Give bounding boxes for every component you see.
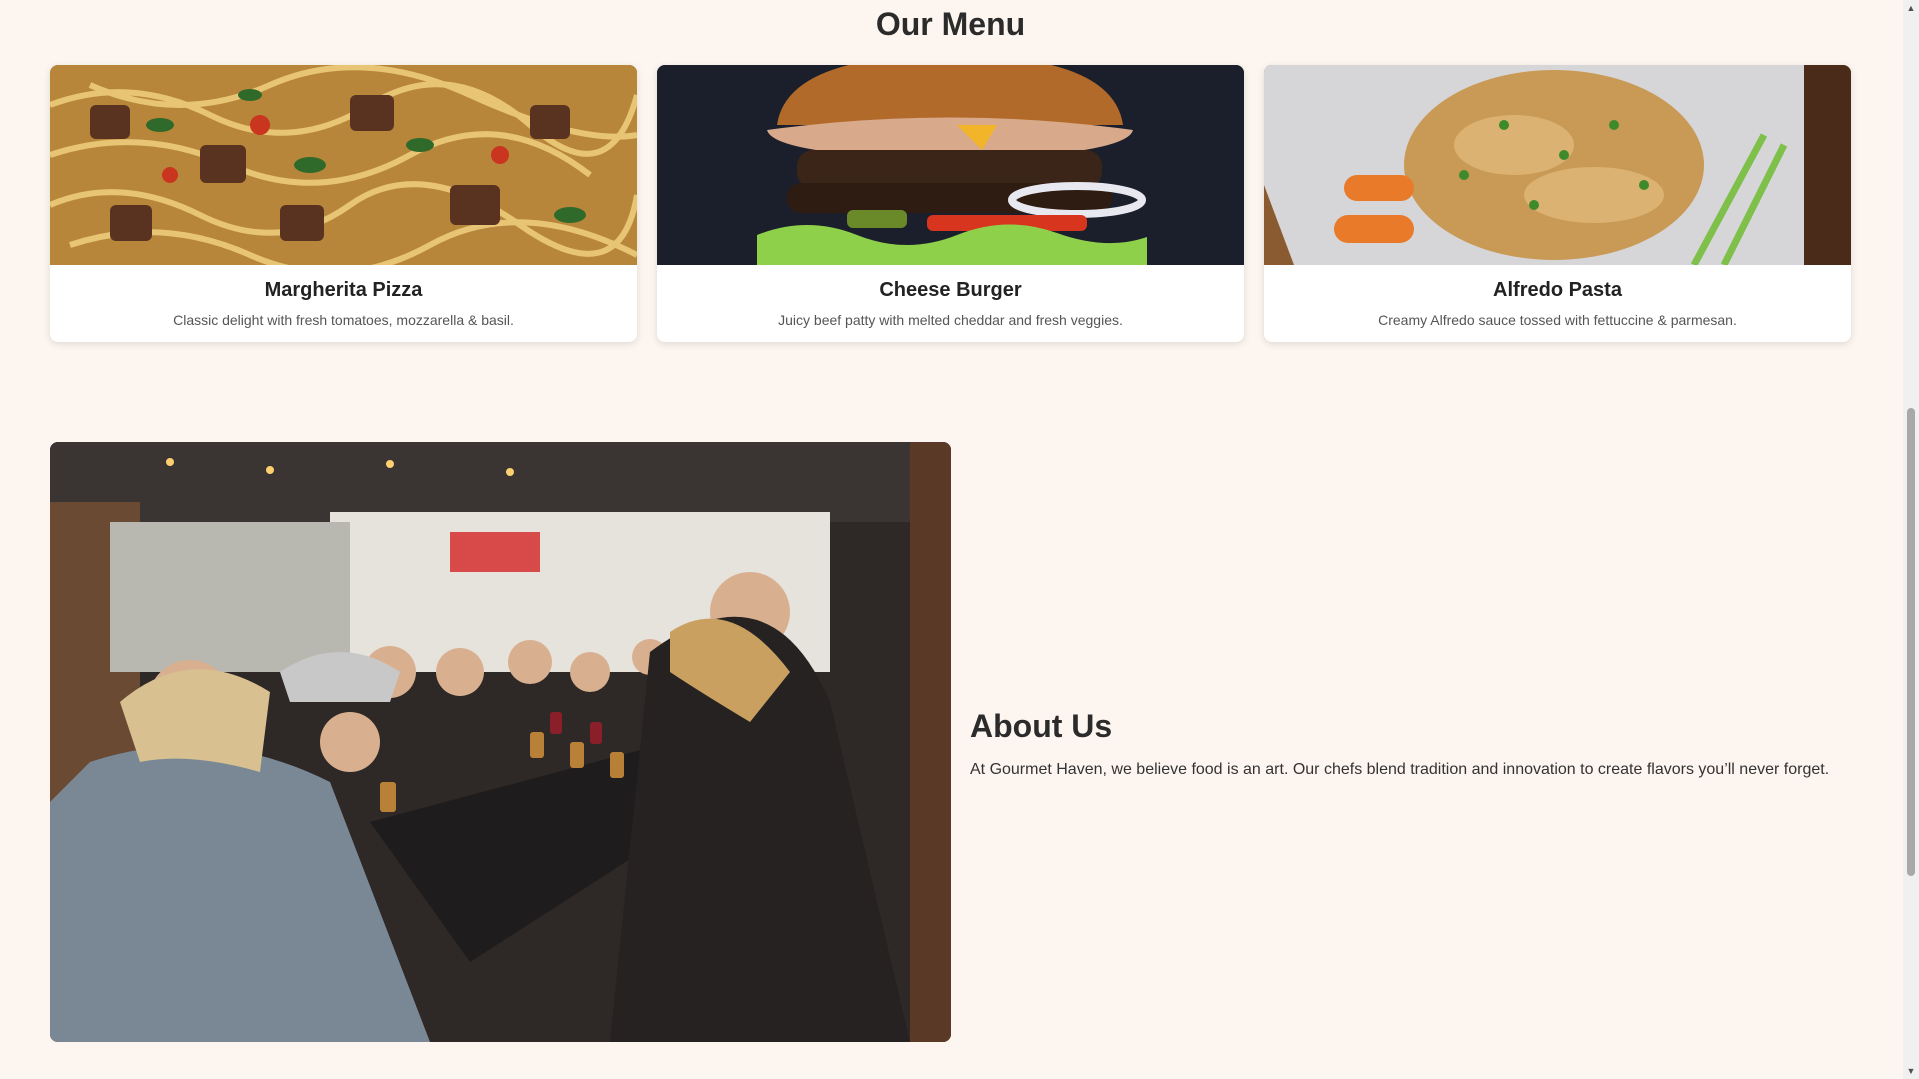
menu-item-description: Creamy Alfredo sauce tossed with fettucc…: [1378, 312, 1737, 328]
menu-card[interactable]: Cheese Burger Juicy beef patty with melt…: [657, 65, 1244, 342]
about-section: About Us At Gourmet Haven, we believe fo…: [970, 708, 1870, 779]
page: Our Menu Margherita Pizza Classic deligh…: [0, 0, 1903, 1079]
scrollbar-thumb[interactable]: [1907, 408, 1915, 876]
menu-item-name: Cheese Burger: [879, 279, 1022, 301]
menu-cards: Margherita Pizza Classic delight with fr…: [50, 65, 1851, 342]
menu-item-name: Alfredo Pasta: [1493, 279, 1622, 301]
menu-section-title: Our Menu: [875, 6, 1026, 42]
menu-item-description: Classic delight with fresh tomatoes, moz…: [173, 312, 514, 328]
scroll-up-arrow-icon[interactable]: ▲: [1903, 0, 1919, 16]
menu-item-description: Juicy beef patty with melted cheddar and…: [778, 312, 1123, 328]
vertical-scrollbar[interactable]: ▲ ▼: [1903, 0, 1919, 1079]
pasta-with-beef-photo: [50, 65, 637, 265]
diners-at-long-table-photo: [50, 442, 951, 1042]
menu-item-name: Margherita Pizza: [264, 279, 423, 301]
menu-card[interactable]: Alfredo Pasta Creamy Alfredo sauce tosse…: [1264, 65, 1851, 342]
menu-card[interactable]: Margherita Pizza Classic delight with fr…: [50, 65, 637, 342]
about-description: At Gourmet Haven, we believe food is an …: [970, 761, 1830, 778]
cheese-burger-photo: [657, 65, 1244, 265]
fried-rice-photo: [1264, 65, 1851, 265]
scroll-down-arrow-icon[interactable]: ▼: [1903, 1063, 1919, 1079]
about-title: About Us: [970, 708, 1113, 744]
